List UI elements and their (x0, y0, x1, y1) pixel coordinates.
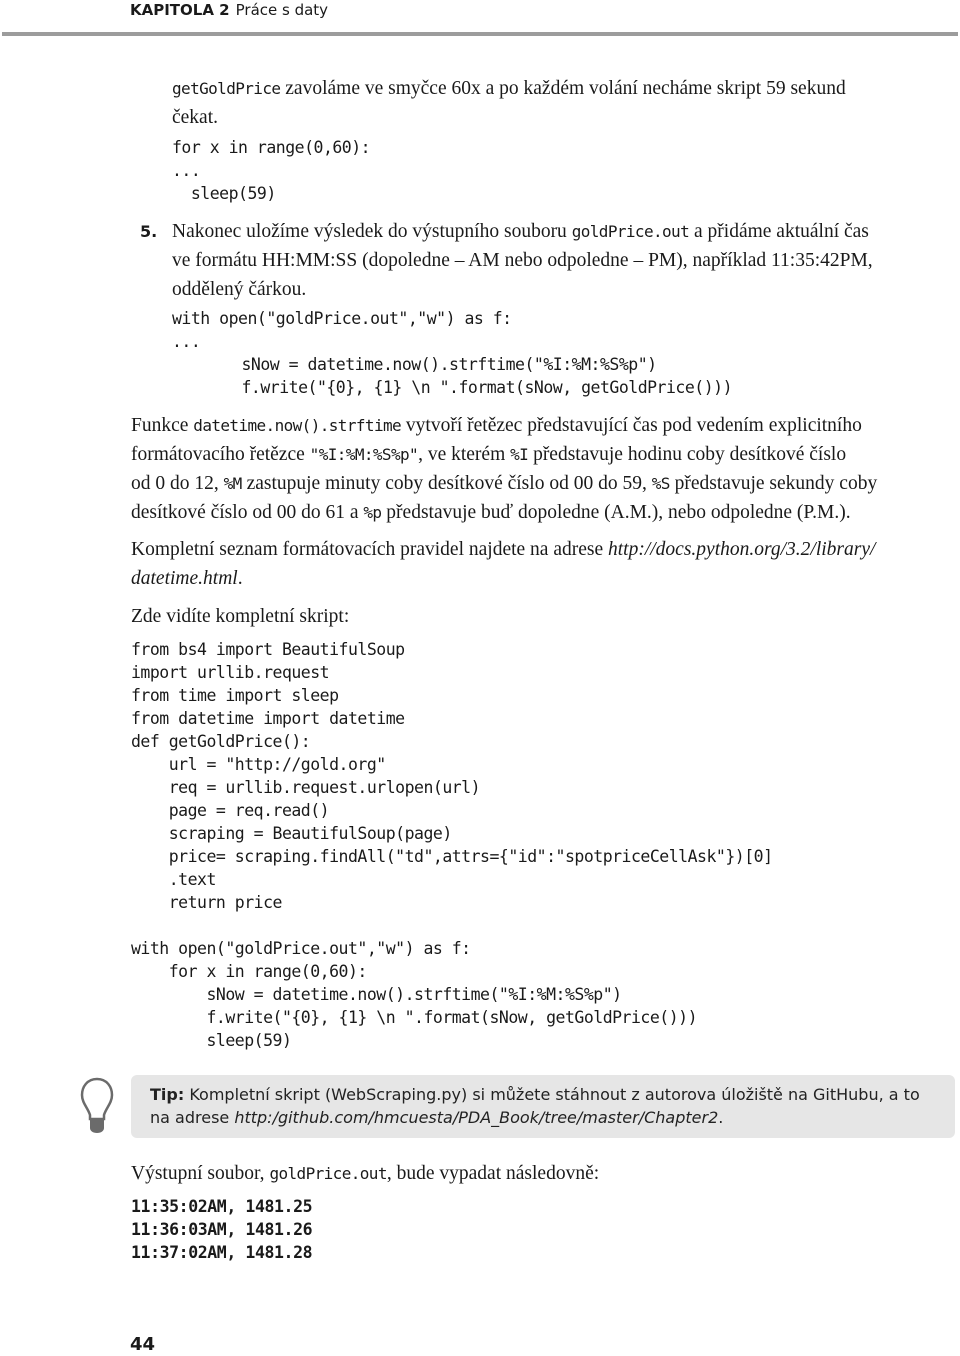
step5-text: Nakonec uložíme výsledek do výstupního s… (172, 221, 572, 242)
tip-text: . (718, 1108, 724, 1127)
text: zastupuje minuty coby desítkové číslo od… (241, 473, 652, 494)
inline-code: %M (223, 474, 243, 493)
full-script-code-block: from bs4 import BeautifulSoup import urll… (131, 638, 773, 1052)
tip-text: Kompletní skript (WebScraping.py) si můž… (184, 1085, 920, 1104)
explanation-paragraph: Funkce datetime.now().strftime vytvoří ř… (131, 411, 877, 527)
code-line: sNow = datetime.now().strftime("%I:%M:%S… (131, 985, 622, 1004)
output-line: 11:35:02AM, 1481.25 (131, 1197, 313, 1216)
text: , bude vypadat následovně: (386, 1163, 600, 1184)
header-divider (2, 32, 958, 36)
step5-text: a přidáme aktuální čas (689, 221, 869, 242)
inline-code: datetime.now().strftime (193, 416, 402, 435)
code-line: from bs4 import BeautifulSoup (131, 640, 405, 659)
inline-code: "%I:%M:%S%p" (309, 445, 419, 464)
inline-code: %I (510, 445, 529, 464)
text: od 0 do 12, (131, 473, 224, 494)
code-line: f.write("{0}, {1} \n ".format(sNow, getG… (166, 378, 733, 397)
output-line: 11:36:03AM, 1481.26 (131, 1220, 313, 1239)
code-line: for x in range(0,60): (172, 138, 371, 157)
code-line: from datetime import datetime (131, 709, 405, 728)
full-script-intro: Zde vidíte kompletní skript: (131, 606, 350, 627)
tip-box: Tip: Kompletní skript (WebScraping.py) s… (131, 1075, 955, 1138)
explanation-line: desítkové číslo od 00 do 61 a %p předsta… (131, 498, 877, 527)
inline-code: %p (363, 503, 382, 522)
code-line: sNow = datetime.now().strftime("%I:%M:%S… (166, 355, 657, 374)
step5-code-block: with open("goldPrice.out","w") as f:... … (172, 307, 733, 399)
code-line: sleep(59) (172, 184, 276, 203)
explanation-line: formátovacího řetězce "%I:%M:%S%p", ve k… (131, 440, 877, 469)
text: desítkové číslo od 00 do 61 a (131, 502, 364, 523)
code-line: ... (172, 332, 201, 351)
docs-link[interactable]: http://docs.python.org/3.2/library/ (608, 539, 875, 560)
text: , ve kterém (418, 444, 511, 465)
code-line: with open("goldPrice.out","w") as f: (172, 309, 512, 328)
code-line: req = urllib.request.urlopen(url) (131, 778, 481, 797)
explanation-line: od 0 do 12, %M zastupuje minuty coby des… (131, 469, 877, 498)
text: Kompletní seznam formátovacích pravidel … (131, 539, 609, 560)
step4-text: zavoláme ve smyčce 60x a po každém volán… (280, 78, 846, 99)
code-line: import urllib.request (131, 663, 330, 682)
reference-line1: Kompletní seznam formátovacích pravidel … (131, 535, 875, 564)
explanation-line: Funkce datetime.now().strftime vytvoří ř… (131, 411, 877, 440)
output-intro: Výstupní soubor, goldPrice.out, bude vyp… (131, 1159, 599, 1188)
tip-text: na adrese (150, 1108, 235, 1127)
step5-line3: oddělený čárkou. (172, 279, 307, 300)
text: představuje buď dopoledne (A.M.), nebo o… (381, 502, 851, 523)
inline-code: goldPrice.out (571, 222, 690, 241)
code-line: for x in range(0,60): (131, 962, 368, 981)
code-line: f.write("{0}, {1} \n ".format(sNow, getG… (131, 1008, 698, 1027)
step5-line1: Nakonec uložíme výsledek do výstupního s… (172, 217, 873, 246)
reference-paragraph: Kompletní seznam formátovacích pravidel … (131, 535, 875, 593)
tip-label: Tip: (150, 1085, 185, 1104)
docs-link-continued[interactable]: datetime.html (131, 568, 238, 589)
code-line: .text (131, 870, 217, 889)
text: Funkce (131, 415, 194, 436)
code-line: with open("goldPrice.out","w") as f: (131, 939, 471, 958)
code-line: price= scraping.findAll("td",attrs={"id"… (131, 847, 773, 866)
text: vytvoří řetězec představující čas pod ve… (401, 415, 862, 436)
tip-line2: na adrese http:/github.com/hmcuesta/PDA_… (150, 1106, 939, 1129)
tip-line1: Tip: Kompletní skript (WebScraping.py) s… (150, 1083, 939, 1106)
text: Výstupní soubor, (131, 1163, 270, 1184)
code-line: url = "http://gold.org" (131, 755, 386, 774)
step4-line1: getGoldPrice zavoláme ve smyčce 60x a po… (172, 74, 846, 103)
chapter-label: KAPITOLA 2 (130, 1, 230, 19)
step4-line2: čekat. (172, 107, 219, 128)
code-line: from time import sleep (131, 686, 339, 705)
reference-line2: datetime.html. (131, 564, 875, 593)
inline-code: getGoldPrice (172, 79, 281, 98)
text: . (237, 568, 243, 589)
code-line: scraping = BeautifulSoup(page) (131, 824, 453, 843)
text: formátovacího řetězce (131, 444, 310, 465)
lightbulb-icon (80, 1077, 114, 1133)
page-number: 44 (130, 1334, 156, 1355)
step4-code-block: for x in range(0,60):... sleep(59) (172, 136, 371, 205)
github-link[interactable]: http:/github.com/hmcuesta/PDA_Book/tree/… (234, 1108, 718, 1127)
code-line: return price (131, 893, 283, 912)
code-line: def getGoldPrice(): (131, 732, 311, 751)
text: představuje sekundy coby (669, 473, 878, 494)
section-label: Práce s daty (235, 1, 329, 19)
text: představuje hodinu coby desítkové číslo (528, 444, 847, 465)
code-line: page = req.read() (131, 801, 330, 820)
code-line: ... (172, 161, 201, 180)
output-block: 11:35:02AM, 1481.25 11:36:03AM, 1481.26 11… (131, 1195, 313, 1264)
inline-code: goldPrice.out (269, 1164, 387, 1183)
step5-line2: ve formátu HH:MM:SS (dopoledne – AM nebo… (172, 250, 873, 271)
output-line: 11:37:02AM, 1481.28 (131, 1243, 313, 1262)
header-title: KAPITOLA 2 Práce s daty (130, 1, 328, 19)
step-number: 5. (140, 222, 158, 241)
code-line: sleep(59) (131, 1031, 292, 1050)
step4-paragraph: getGoldPrice zavoláme ve smyčce 60x a po… (172, 74, 846, 132)
inline-code: %S (651, 474, 671, 493)
